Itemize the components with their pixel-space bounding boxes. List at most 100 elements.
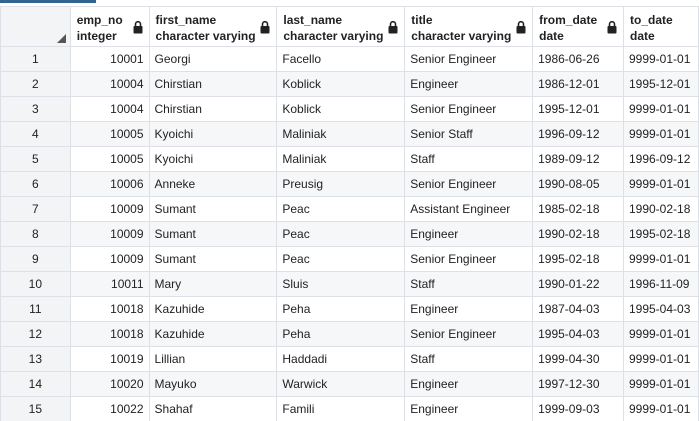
cell-to-date[interactable]: 9999-01-01 — [622, 371, 699, 397]
cell-from-date[interactable]: 1986-06-26 — [532, 46, 624, 72]
cell-title[interactable]: Senior Engineer — [404, 96, 534, 122]
cell-last-name[interactable]: Famili — [276, 396, 406, 421]
cell-from-date[interactable]: 1990-08-05 — [532, 171, 624, 197]
cell-last-name[interactable]: Peac — [276, 221, 406, 247]
row-number[interactable]: 8 — [0, 221, 71, 247]
cell-title[interactable]: Senior Engineer — [404, 46, 534, 72]
cell-first-name[interactable]: Shahaf — [148, 396, 278, 421]
cell-from-date[interactable]: 1999-09-03 — [532, 396, 624, 421]
table-row[interactable]: 1 10001 Georgi Facello Senior Engineer 1986-0… — [0, 46, 699, 72]
cell-title[interactable]: Engineer — [404, 71, 534, 97]
cell-first-name[interactable]: Mayuko — [148, 371, 278, 397]
row-number[interactable]: 13 — [0, 346, 71, 372]
cell-last-name[interactable]: Koblick — [276, 96, 406, 122]
column-header-from-date[interactable]: from_date date — [532, 6, 624, 47]
table-row[interactable]: 9 10009 Sumant Peac Senior Engineer 1995-02-1… — [0, 246, 699, 272]
cell-emp-no[interactable]: 10019 — [69, 346, 150, 372]
table-row[interactable]: 7 10009 Sumant Peac Assistant Engineer 1985-0… — [0, 196, 699, 222]
cell-from-date[interactable]: 1990-02-18 — [532, 221, 624, 247]
table-row[interactable]: 11 10018 Kazuhide Peha Engineer 1987-04-03 199… — [0, 296, 699, 322]
cell-from-date[interactable]: 1996-09-12 — [532, 121, 624, 147]
column-header-title[interactable]: title character varying — [404, 6, 534, 47]
cell-title[interactable]: Assistant Engineer — [404, 196, 534, 222]
cell-first-name[interactable]: Lillian — [148, 346, 278, 372]
cell-title[interactable]: Senior Engineer — [404, 246, 534, 272]
cell-first-name[interactable]: Sumant — [148, 196, 278, 222]
row-number[interactable]: 1 — [0, 46, 71, 72]
cell-from-date[interactable]: 1995-04-03 — [532, 321, 624, 347]
cell-title[interactable]: Engineer — [404, 371, 534, 397]
cell-from-date[interactable]: 1999-04-30 — [532, 346, 624, 372]
cell-emp-no[interactable]: 10005 — [69, 121, 150, 147]
cell-emp-no[interactable]: 10004 — [69, 71, 150, 97]
cell-from-date[interactable]: 1987-04-03 — [532, 296, 624, 322]
cell-first-name[interactable]: Sumant — [148, 246, 278, 272]
cell-last-name[interactable]: Maliniak — [276, 121, 406, 147]
row-number[interactable]: 7 — [0, 196, 71, 222]
cell-emp-no[interactable]: 10005 — [69, 146, 150, 172]
table-row[interactable]: 13 10019 Lillian Haddadi Staff 1999-04-30 9999… — [0, 346, 699, 372]
table-row[interactable]: 12 10018 Kazuhide Peha Senior Engineer 1995-0… — [0, 321, 699, 347]
cell-to-date[interactable]: 9999-01-01 — [622, 96, 699, 122]
cell-to-date[interactable]: 1996-11-09 — [622, 271, 699, 297]
table-row[interactable]: 10 10011 Mary Sluis Staff 1990-01-22 1996-11-0… — [0, 271, 699, 297]
row-number[interactable]: 6 — [0, 171, 71, 197]
cell-emp-no[interactable]: 10009 — [69, 221, 150, 247]
cell-from-date[interactable]: 1995-12-01 — [532, 96, 624, 122]
cell-to-date[interactable]: 9999-01-01 — [622, 321, 699, 347]
cell-last-name[interactable]: Sluis — [276, 271, 406, 297]
cell-to-date[interactable]: 1995-12-01 — [622, 71, 699, 97]
row-number[interactable]: 14 — [0, 371, 71, 397]
cell-title[interactable]: Engineer — [404, 296, 534, 322]
cell-last-name[interactable]: Peha — [276, 321, 406, 347]
cell-emp-no[interactable]: 10004 — [69, 96, 150, 122]
row-number[interactable]: 11 — [0, 296, 71, 322]
cell-emp-no[interactable]: 10001 — [69, 46, 150, 72]
cell-last-name[interactable]: Warwick — [276, 371, 406, 397]
row-number[interactable]: 4 — [0, 121, 71, 147]
cell-first-name[interactable]: Chirstian — [148, 96, 278, 122]
cell-from-date[interactable]: 1990-01-22 — [532, 271, 624, 297]
select-all-corner[interactable] — [0, 6, 71, 47]
cell-title[interactable]: Engineer — [404, 396, 534, 421]
cell-to-date[interactable]: 9999-01-01 — [622, 121, 699, 147]
cell-first-name[interactable]: Georgi — [148, 46, 278, 72]
cell-emp-no[interactable]: 10011 — [69, 271, 150, 297]
cell-first-name[interactable]: Sumant — [148, 221, 278, 247]
cell-last-name[interactable]: Preusig — [276, 171, 406, 197]
table-row[interactable]: 14 10020 Mayuko Warwick Engineer 1997-12-30 99… — [0, 371, 699, 397]
column-header-first-name[interactable]: first_name character varying — [148, 6, 278, 47]
cell-title[interactable]: Staff — [404, 271, 534, 297]
cell-emp-no[interactable]: 10009 — [69, 246, 150, 272]
cell-to-date[interactable]: 1990-02-18 — [622, 196, 699, 222]
cell-emp-no[interactable]: 10020 — [69, 371, 150, 397]
row-number[interactable]: 9 — [0, 246, 71, 272]
cell-first-name[interactable]: Anneke — [148, 171, 278, 197]
cell-title[interactable]: Engineer — [404, 221, 534, 247]
cell-title[interactable]: Staff — [404, 346, 534, 372]
cell-last-name[interactable]: Maliniak — [276, 146, 406, 172]
column-header-last-name[interactable]: last_name character varying — [276, 6, 406, 47]
row-number[interactable]: 5 — [0, 146, 71, 172]
cell-to-date[interactable]: 1995-02-18 — [622, 221, 699, 247]
cell-from-date[interactable]: 1986-12-01 — [532, 71, 624, 97]
cell-emp-no[interactable]: 10022 — [69, 396, 150, 421]
cell-to-date[interactable]: 9999-01-01 — [622, 246, 699, 272]
cell-title[interactable]: Senior Staff — [404, 121, 534, 147]
cell-title[interactable]: Senior Engineer — [404, 321, 534, 347]
row-number[interactable]: 2 — [0, 71, 71, 97]
cell-first-name[interactable]: Mary — [148, 271, 278, 297]
cell-last-name[interactable]: Peha — [276, 296, 406, 322]
row-number[interactable]: 12 — [0, 321, 71, 347]
cell-first-name[interactable]: Kyoichi — [148, 146, 278, 172]
cell-to-date[interactable]: 9999-01-01 — [622, 171, 699, 197]
row-number[interactable]: 15 — [0, 396, 71, 421]
cell-first-name[interactable]: Kyoichi — [148, 121, 278, 147]
table-row[interactable]: 4 10005 Kyoichi Maliniak Senior Staff 1996-09… — [0, 121, 699, 147]
cell-emp-no[interactable]: 10018 — [69, 321, 150, 347]
column-header-to-date[interactable]: to_date date — [622, 6, 699, 47]
cell-first-name[interactable]: Chirstian — [148, 71, 278, 97]
cell-from-date[interactable]: 1997-12-30 — [532, 371, 624, 397]
cell-last-name[interactable]: Koblick — [276, 71, 406, 97]
cell-title[interactable]: Staff — [404, 146, 534, 172]
